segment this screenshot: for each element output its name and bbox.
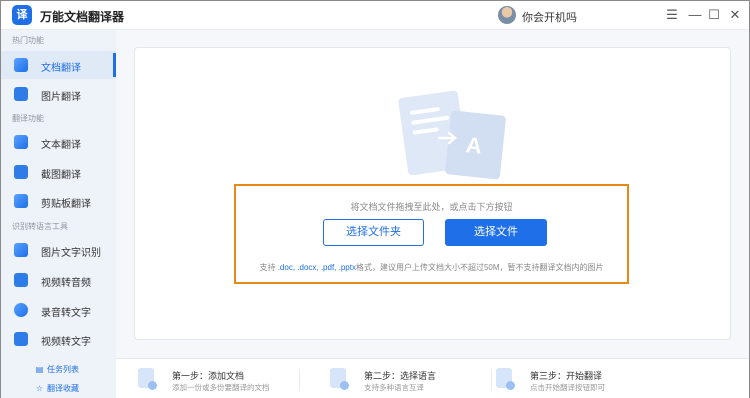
step-desc: 点击开始翻译按钮即可	[530, 383, 605, 392]
select-file-button[interactable]: 选择文件	[445, 219, 547, 246]
menu-icon[interactable]: ☰	[662, 5, 682, 25]
close-icon[interactable]: ✕	[725, 5, 745, 25]
steps-bar: 第一步：添加文档 添加一份或多份要翻译的文档 第二步：选择语言 支持多种语言互译…	[116, 358, 749, 398]
step-title: 第一步：添加文档	[172, 371, 245, 381]
image-icon	[14, 87, 28, 101]
sidebar: 热门功能 文档翻译 图片翻译 翻译功能 文本翻译 截图翻译 剪贴板翻译 识别转语…	[1, 30, 116, 398]
user-name[interactable]: 你会开机吗	[522, 9, 577, 25]
sidebar-item-image-translate[interactable]: 图片翻译	[1, 80, 116, 108]
task-list-link[interactable]: ▤ 任务列表	[35, 364, 79, 375]
record-icon	[14, 303, 28, 317]
supported-formats-note: 支持 .doc, .docx, .pdf, .pptx格式，建议用户上传文档大小…	[259, 263, 604, 272]
task-list-label: 任务列表	[47, 365, 79, 374]
sidebar-item-label: 视频转文字	[41, 337, 91, 348]
sidebar-item-label: 视频转音频	[41, 278, 91, 289]
sidebar-item-document-translate[interactable]: 文档翻译	[1, 51, 116, 79]
group-label-translate: 翻译功能	[12, 114, 44, 123]
upload-highlight-box: 将文档文件拖拽至此处，或点击下方按钮 选择文件夹 选择文件 支持 .doc, .…	[234, 184, 629, 284]
select-folder-button[interactable]: 选择文件夹	[323, 219, 424, 246]
sidebar-item-record-to-text[interactable]: 录音转文字	[1, 296, 116, 324]
app-title: 万能文档翻译器	[40, 10, 125, 24]
sidebar-item-video-to-text[interactable]: 视频转文字	[1, 325, 116, 353]
favorites-label: 翻译收藏	[47, 384, 79, 393]
clipboard-icon	[14, 194, 28, 208]
sidebar-item-screenshot-translate[interactable]: 截图翻译	[1, 158, 116, 186]
sidebar-item-label: 图片翻译	[41, 92, 81, 103]
video-icon	[14, 273, 28, 287]
step-divider	[491, 369, 492, 391]
start-translate-icon	[496, 368, 515, 390]
step-title: 第二步：选择语言	[364, 371, 437, 381]
sidebar-item-label: 文本翻译	[41, 140, 81, 151]
drop-hint: 将文档文件拖拽至此处，或点击下方按钮	[350, 202, 513, 212]
screenshot-icon	[14, 165, 28, 179]
ocr-icon	[14, 243, 28, 257]
title-bar: 译 万能文档翻译器 你会开机吗 ☰ — ☐ ✕	[1, 1, 749, 30]
sidebar-item-text-translate[interactable]: 文本翻译	[1, 128, 116, 156]
sidebar-item-ocr[interactable]: 图片文字识别	[1, 236, 116, 264]
sidebar-item-label: 剪贴板翻译	[41, 199, 91, 210]
sidebar-item-label: 截图翻译	[41, 170, 81, 181]
avatar[interactable]	[498, 6, 516, 24]
step-title: 第三步：开始翻译	[530, 371, 603, 381]
app-logo-icon: 译	[12, 5, 32, 25]
sidebar-item-label: 文档翻译	[41, 63, 81, 74]
step-divider	[299, 369, 300, 391]
step-start-translate: 第三步：开始翻译 点击开始翻译按钮即可	[496, 359, 686, 398]
sidebar-item-clipboard-translate[interactable]: 剪贴板翻译	[1, 187, 116, 215]
star-icon: ☆	[35, 384, 44, 393]
app-window: 译 万能文档翻译器 你会开机吗 ☰ — ☐ ✕ 热门功能 文档翻译 图片翻译 翻…	[0, 0, 750, 398]
document-upload-illustration: A	[397, 90, 513, 181]
sidebar-item-label: 录音转文字	[41, 308, 91, 319]
list-icon: ▤	[35, 365, 44, 374]
group-label-hot: 热门功能	[12, 36, 44, 45]
text-icon	[14, 135, 28, 149]
sidebar-item-video-to-audio[interactable]: 视频转音频	[1, 266, 116, 294]
language-icon	[330, 368, 349, 390]
step-desc: 添加一份或多份要翻译的文档	[172, 383, 270, 392]
favorites-link[interactable]: ☆ 翻译收藏	[35, 383, 79, 394]
minimize-icon[interactable]: —	[685, 5, 705, 25]
step-desc: 支持多种语言互译	[364, 383, 424, 392]
video-text-icon	[14, 332, 28, 346]
sidebar-item-label: 图片文字识别	[41, 248, 101, 259]
translated-document-icon: A	[444, 110, 507, 180]
add-document-icon	[138, 368, 157, 390]
document-icon	[14, 58, 28, 72]
group-label-recognition: 识别转语言工具	[12, 222, 68, 231]
maximize-icon[interactable]: ☐	[704, 5, 724, 25]
arrow-icon	[438, 131, 457, 145]
